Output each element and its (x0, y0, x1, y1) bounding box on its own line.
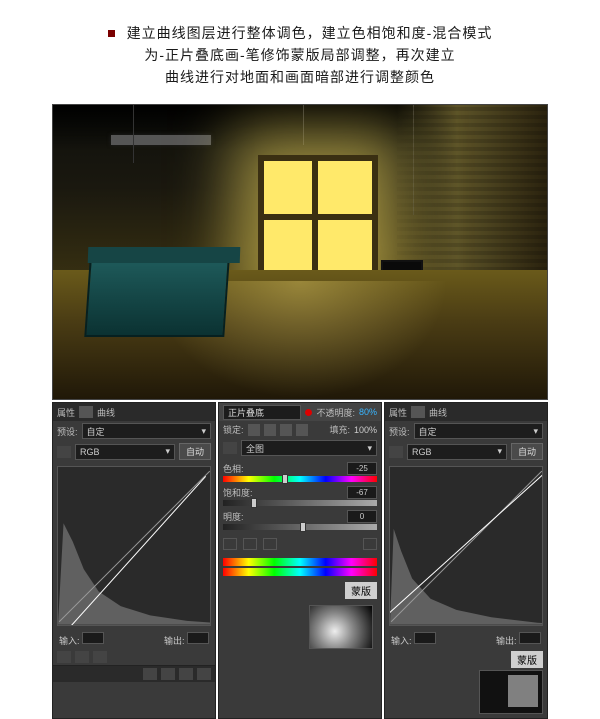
output-label: 输出: (164, 636, 185, 646)
lock-transparency-icon[interactable] (248, 424, 260, 436)
eyedropper-icon[interactable] (389, 446, 403, 458)
opacity-label: 不透明度: (316, 406, 355, 419)
channel-dropdown[interactable]: RGB ▾ (407, 444, 507, 460)
mask-label: 蒙版 (345, 582, 377, 599)
colorize-checkbox[interactable] (363, 538, 377, 550)
channel-dropdown[interactable]: RGB ▾ (75, 444, 175, 460)
fill-value[interactable]: 100% (354, 425, 377, 435)
input-value[interactable] (82, 632, 104, 644)
example-image (52, 104, 548, 400)
preset-value: 自定 (87, 425, 105, 438)
input-value[interactable] (414, 632, 436, 644)
instruction-line2: 为-正片叠底画-笔修饰蒙版局部调整，再次建立 (40, 44, 560, 66)
light-slider[interactable] (223, 524, 377, 530)
curves-icon (411, 406, 425, 418)
curves-icon (79, 406, 93, 418)
output-value[interactable] (519, 632, 541, 644)
hue-label: 色相: (223, 462, 244, 475)
chevron-down-icon: ▾ (165, 446, 170, 457)
instruction-line1: 建立曲线图层进行整体调色，建立色相饱和度-混合模式 (127, 25, 493, 41)
window-glow (258, 155, 378, 285)
chevron-down-icon: ▾ (533, 426, 538, 437)
panel-prefix: 属性 (57, 406, 75, 419)
panel-prefix: 属性 (389, 406, 407, 419)
panel-title: 曲线 (429, 406, 447, 419)
blend-mode-dropdown[interactable]: 正片叠底 (223, 405, 301, 420)
sat-label: 饱和度: (223, 486, 253, 499)
preset-dropdown[interactable]: 自定 ▾ (414, 423, 543, 439)
point-icon[interactable] (57, 651, 71, 663)
preset-label: 预设: (389, 425, 410, 438)
eyedropper-plus-icon[interactable] (243, 538, 257, 550)
preset-value: 自定 (419, 425, 437, 438)
pencil-icon[interactable] (75, 651, 89, 663)
chevron-down-icon: ▾ (497, 446, 502, 457)
trash-icon[interactable] (197, 668, 211, 680)
lock-label: 锁定: (223, 423, 244, 436)
hand-icon[interactable] (223, 442, 237, 454)
bullet-icon (108, 30, 115, 37)
chevron-down-icon: ▾ (367, 443, 372, 454)
output-label: 输出: (496, 636, 517, 646)
preset-label: 预设: (57, 425, 78, 438)
curves-histogram[interactable] (389, 466, 543, 626)
lock-pixels-icon[interactable] (264, 424, 276, 436)
sat-value[interactable]: -67 (347, 486, 377, 499)
chevron-down-icon: ▾ (201, 426, 206, 437)
output-value[interactable] (187, 632, 209, 644)
input-label: 输入: (59, 636, 80, 646)
auto-button[interactable]: 自动 (511, 443, 543, 460)
lock-position-icon[interactable] (280, 424, 292, 436)
hue-value[interactable]: -25 (347, 462, 377, 475)
mask-thumbnail[interactable] (479, 670, 543, 714)
eyedropper-icon[interactable] (57, 446, 71, 458)
panel-title: 曲线 (97, 406, 115, 419)
clip-icon[interactable] (143, 668, 157, 680)
light-value[interactable]: 0 (347, 510, 377, 523)
instruction-text: 建立曲线图层进行整体调色，建立色相饱和度-混合模式 为-正片叠底画-笔修饰蒙版局… (0, 0, 600, 98)
smooth-icon[interactable] (93, 651, 107, 663)
photoshop-panels: 属性 曲线 预设: 自定 ▾ RGB ▾ 自动 (52, 402, 548, 719)
right-curves-panel: 属性 曲线 预设: 自定 ▾ RGB ▾ 自动 (384, 402, 548, 719)
channel-value: RGB (80, 447, 100, 457)
eye-icon[interactable] (179, 668, 193, 680)
color-bar-bottom (223, 568, 377, 576)
master-dropdown[interactable]: 全图 ▾ (241, 440, 377, 456)
auto-button[interactable]: 自动 (179, 443, 211, 460)
color-bar-top (223, 558, 377, 566)
fill-label: 填充: (329, 423, 350, 436)
dumpster (84, 259, 229, 337)
mask-thumbnail[interactable] (309, 605, 373, 649)
tutorial-page: 建立曲线图层进行整体调色，建立色相饱和度-混合模式 为-正片叠底画-笔修饰蒙版局… (0, 0, 600, 719)
instruction-line3: 曲线进行对地面和画面暗部进行调整颜色 (40, 66, 560, 88)
eyedropper-icon[interactable] (223, 538, 237, 550)
sat-slider[interactable] (223, 500, 377, 506)
preset-dropdown[interactable]: 自定 ▾ (82, 423, 211, 439)
input-label: 输入: (391, 636, 412, 646)
marker-dot-icon (305, 409, 312, 416)
opacity-value[interactable]: 80% (359, 407, 377, 417)
center-huesat-panel: 正片叠底 不透明度: 80% 锁定: 填充: 100% 全图▾ 色相:-2 (218, 402, 382, 719)
blend-mode-value: 正片叠底 (228, 406, 264, 419)
master-value: 全图 (246, 442, 264, 455)
eyedropper-minus-icon[interactable] (263, 538, 277, 550)
light-label: 明度: (223, 510, 244, 523)
hue-slider[interactable] (223, 476, 377, 482)
mask-label: 蒙版 (511, 651, 543, 668)
lock-all-icon[interactable] (296, 424, 308, 436)
channel-value: RGB (412, 447, 432, 457)
reset-icon[interactable] (161, 668, 175, 680)
curves-histogram[interactable] (57, 466, 211, 626)
left-curves-panel: 属性 曲线 预设: 自定 ▾ RGB ▾ 自动 (52, 402, 216, 719)
